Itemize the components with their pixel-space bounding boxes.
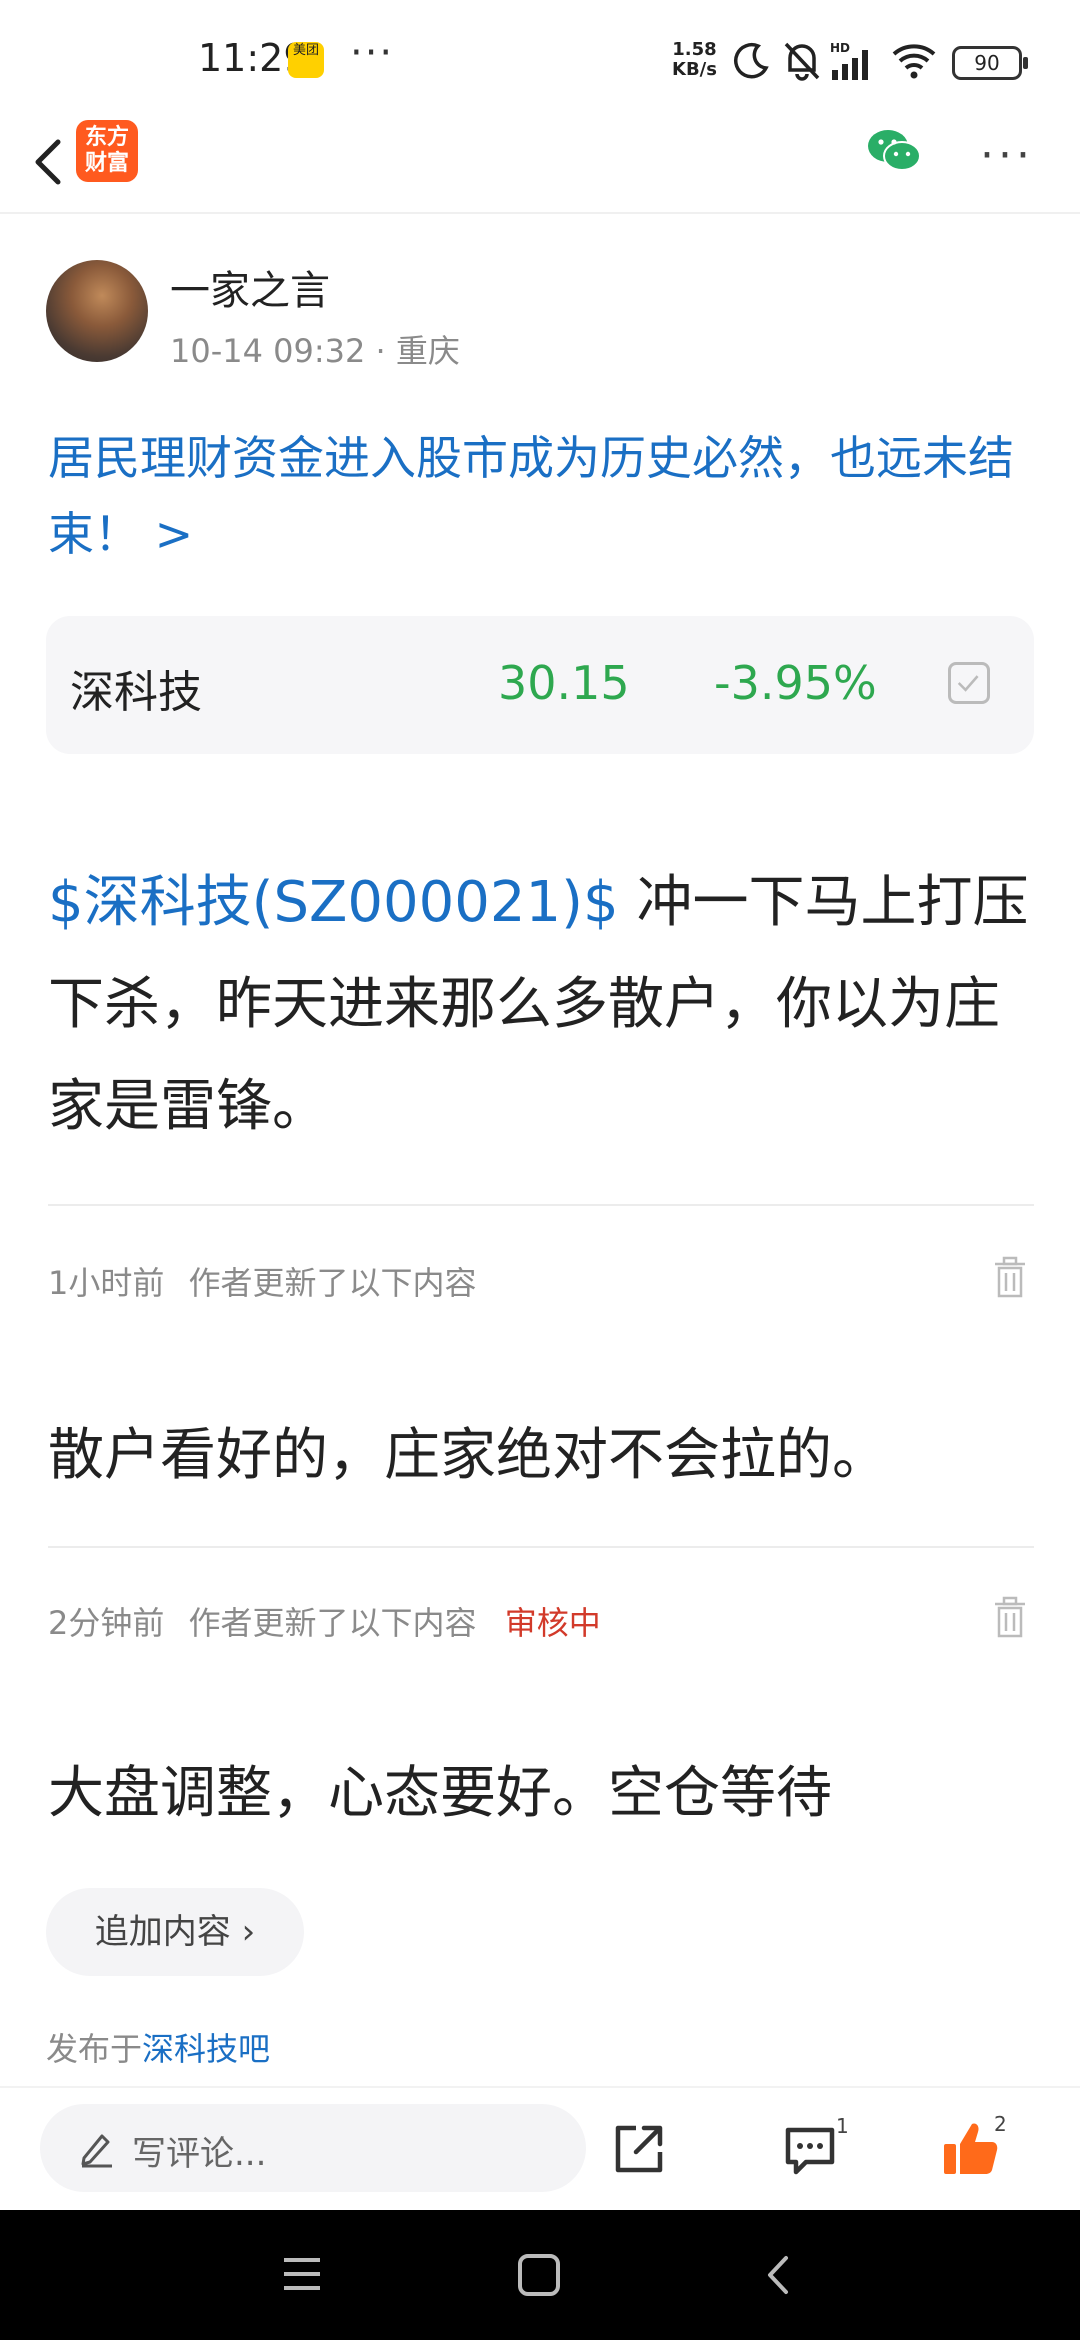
update-time: 2分钟前 [48,1604,165,1642]
home-icon[interactable] [516,2252,562,2298]
author-avatar[interactable] [46,260,148,362]
status-bar: 11:29 美团 ··· 1.58 KB/s HD 90 [0,0,1080,120]
meituan-notification-icon: 美团 [288,42,324,78]
app-logo[interactable]: 东方 财富 [76,120,138,182]
published-prefix: 发布于 [46,2030,143,2068]
mute-bell-icon [784,42,820,81]
author-name[interactable]: 一家之言 [170,258,330,316]
stock-name: 深科技 [70,667,202,718]
watchlist-check-icon[interactable] [948,662,990,704]
signal-hd-icon: HD [830,41,868,80]
back-arrow-icon[interactable] [18,128,78,198]
update-label: 作者更新了以下内容 [188,1604,477,1642]
append-content-button[interactable]: 追加内容 › [46,1888,304,1976]
comment-icon[interactable] [782,2124,838,2176]
top-nav-bar: 东方 财富 ··· [0,120,1080,214]
logo-line-1: 东方 [84,125,129,150]
like-count: 2 [994,2112,1007,2136]
bottom-action-bar: 写评论... 1 2 [0,2086,1080,2212]
pencil-icon [81,2134,112,2168]
comment-input[interactable]: 写评论... [40,2104,586,2192]
stock-change: -3.95% [714,656,877,710]
post-meta: 10-14 09:32 · 重庆 [170,332,460,370]
published-in: 发布于深科技吧 [46,2024,270,2070]
delete-trash-icon[interactable] [992,1256,1028,1298]
net-speed-value: 1.58 [672,39,717,60]
stock-quote-card[interactable]: 深科技 30.15 -3.95% [46,616,1034,754]
battery-icon: 90 [952,46,1028,80]
divider [48,1204,1034,1206]
menu-icon[interactable] [280,2254,324,2294]
logo-line-2: 财富 [84,151,129,176]
share-icon[interactable] [612,2122,666,2176]
more-options-icon[interactable]: ··· [980,130,1034,181]
update-text: 大盘调整，心态要好。空仓等待 [48,1761,832,1826]
thumbs-up-icon[interactable] [940,2118,1000,2178]
wifi-icon [892,44,936,79]
post-title-link[interactable]: 居民理财资金进入股市成为历史必然，也远未结束！ > [48,420,1038,572]
update-meta: 2分钟前 作者更新了以下内容 审核中 [48,1598,601,1644]
update-label: 作者更新了以下内容 [188,1264,477,1302]
divider [48,1546,1034,1548]
delete-trash-icon[interactable] [992,1596,1028,1638]
update-time: 1小时前 [48,1264,165,1302]
system-navigation-bar [0,2210,1080,2340]
wechat-share-icon[interactable] [866,126,922,176]
status-overflow-icon: ··· [350,30,395,76]
net-speed: 1.58 KB/s [672,40,717,80]
comment-count: 1 [836,2114,849,2138]
comment-placeholder: 写评论... [132,2134,267,2174]
update-meta: 1小时前 作者更新了以下内容 [48,1258,477,1304]
system-back-icon[interactable] [758,2252,798,2298]
stock-bar-link[interactable]: 深科技吧 [142,2030,270,2068]
svg-text:HD: HD [830,41,850,55]
review-status-badge: 审核中 [504,1604,601,1642]
net-speed-unit: KB/s [672,59,717,80]
update-text: 散户看好的，庄家绝对不会拉的。 [48,1423,888,1488]
moon-icon [734,42,769,79]
post-body: $深科技(SZ000021)$ 冲一下马上打压下杀，昨天进来那么多散户，你以为庄… [48,852,1038,1158]
stock-tag-link[interactable]: $深科技(SZ000021)$ [48,870,619,935]
stock-price: 30.15 [498,656,630,710]
